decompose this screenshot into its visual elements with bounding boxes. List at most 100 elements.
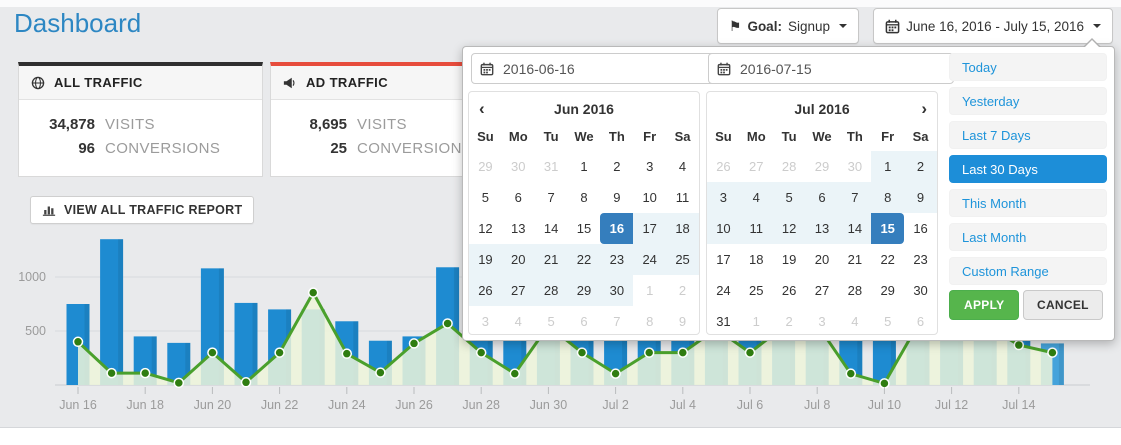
calendar-day[interactable]: 13: [806, 213, 839, 244]
calendar-day[interactable]: 27: [740, 151, 773, 182]
calendar-day[interactable]: 4: [740, 182, 773, 213]
cancel-button[interactable]: CANCEL: [1023, 290, 1103, 320]
apply-button[interactable]: APPLY: [949, 290, 1019, 320]
end-date-input[interactable]: [738, 60, 945, 78]
calendar-day[interactable]: 24: [707, 275, 740, 306]
calendar-day[interactable]: 26: [773, 275, 806, 306]
calendar-day[interactable]: 29: [871, 275, 904, 306]
calendar-day[interactable]: 12: [773, 213, 806, 244]
preset-last-7-days[interactable]: Last 7 Days: [949, 121, 1107, 149]
calendar-day[interactable]: 30: [904, 275, 937, 306]
calendar-day[interactable]: 19: [469, 244, 502, 275]
calendar-day[interactable]: 14: [535, 213, 568, 244]
calendar-day[interactable]: 5: [469, 182, 502, 213]
calendar-day[interactable]: 9: [666, 306, 699, 337]
calendar-day[interactable]: 9: [904, 182, 937, 213]
calendar-day[interactable]: 3: [806, 306, 839, 337]
calendar-day[interactable]: 4: [838, 306, 871, 337]
calendar-day[interactable]: 30: [838, 151, 871, 182]
calendar-day[interactable]: 6: [904, 306, 937, 337]
calendar-day[interactable]: 26: [707, 151, 740, 182]
calendar-day[interactable]: 25: [666, 244, 699, 275]
calendar-day[interactable]: 2: [600, 151, 633, 182]
goal-selector-button[interactable]: ⚑ Goal: Signup: [717, 8, 859, 44]
start-date-field[interactable]: [471, 53, 717, 84]
calendar-day[interactable]: 2: [773, 306, 806, 337]
calendar-day[interactable]: 30: [600, 275, 633, 306]
calendar-day[interactable]: 6: [806, 182, 839, 213]
preset-last-30-days[interactable]: Last 30 Days: [949, 155, 1107, 183]
calendar-day[interactable]: 16: [904, 213, 937, 244]
preset-today[interactable]: Today: [949, 53, 1107, 81]
preset-this-month[interactable]: This Month: [949, 189, 1107, 217]
calendar-day[interactable]: 17: [707, 244, 740, 275]
calendar-day[interactable]: 31: [707, 306, 740, 337]
start-date-input[interactable]: [501, 60, 708, 78]
calendar-day[interactable]: 1: [633, 275, 666, 306]
calendar-day[interactable]: 26: [469, 275, 502, 306]
view-all-traffic-report-button[interactable]: VIEW ALL TRAFFIC REPORT: [30, 196, 254, 224]
calendar-day[interactable]: 13: [502, 213, 535, 244]
preset-custom-range[interactable]: Custom Range: [949, 257, 1107, 285]
calendar-day[interactable]: 15: [871, 213, 904, 244]
calendar-day[interactable]: 1: [871, 151, 904, 182]
calendar-day[interactable]: 2: [904, 151, 937, 182]
calendar-day[interactable]: 7: [535, 182, 568, 213]
calendar-day[interactable]: 14: [838, 213, 871, 244]
calendar-day[interactable]: 27: [806, 275, 839, 306]
calendar-day[interactable]: 1: [568, 151, 601, 182]
date-range-button[interactable]: June 16, 2016 - July 15, 2016: [873, 8, 1113, 44]
calendar-day[interactable]: 2: [666, 275, 699, 306]
prev-month-icon[interactable]: ‹: [479, 97, 485, 120]
calendar-day[interactable]: 5: [535, 306, 568, 337]
calendar-day[interactable]: 21: [838, 244, 871, 275]
calendar-day[interactable]: 27: [502, 275, 535, 306]
calendar-day[interactable]: 28: [535, 275, 568, 306]
calendar-day[interactable]: 23: [904, 244, 937, 275]
calendar-day[interactable]: 21: [535, 244, 568, 275]
calendar-day[interactable]: 6: [568, 306, 601, 337]
calendar-day[interactable]: 17: [633, 213, 666, 244]
calendar-day[interactable]: 16: [600, 213, 633, 244]
calendar-day[interactable]: 20: [502, 244, 535, 275]
calendar-day[interactable]: 30: [502, 151, 535, 182]
calendar-day[interactable]: 8: [633, 306, 666, 337]
calendar-day[interactable]: 25: [740, 275, 773, 306]
calendar-day[interactable]: 3: [707, 182, 740, 213]
next-month-icon[interactable]: ›: [921, 97, 927, 120]
calendar-day[interactable]: 18: [740, 244, 773, 275]
calendar-day[interactable]: 28: [773, 151, 806, 182]
calendar-day[interactable]: 4: [502, 306, 535, 337]
calendar-day[interactable]: 3: [633, 151, 666, 182]
calendar-day[interactable]: 29: [806, 151, 839, 182]
calendar-day[interactable]: 6: [502, 182, 535, 213]
calendar-day[interactable]: 1: [740, 306, 773, 337]
calendar-day[interactable]: 23: [600, 244, 633, 275]
calendar-day[interactable]: 31: [535, 151, 568, 182]
calendar-day[interactable]: 12: [469, 213, 502, 244]
calendar-day[interactable]: 8: [568, 182, 601, 213]
calendar-day[interactable]: 18: [666, 213, 699, 244]
calendar-day[interactable]: 24: [633, 244, 666, 275]
end-date-field[interactable]: [708, 53, 954, 84]
calendar-day[interactable]: 29: [568, 275, 601, 306]
calendar-day[interactable]: 7: [600, 306, 633, 337]
calendar-day[interactable]: 22: [568, 244, 601, 275]
calendar-day[interactable]: 5: [871, 306, 904, 337]
preset-last-month[interactable]: Last Month: [949, 223, 1107, 251]
calendar-day[interactable]: 9: [600, 182, 633, 213]
calendar-day[interactable]: 10: [633, 182, 666, 213]
preset-yesterday[interactable]: Yesterday: [949, 87, 1107, 115]
calendar-day[interactable]: 10: [707, 213, 740, 244]
calendar-day[interactable]: 7: [838, 182, 871, 213]
calendar-day[interactable]: 5: [773, 182, 806, 213]
calendar-day[interactable]: 28: [838, 275, 871, 306]
calendar-day[interactable]: 11: [740, 213, 773, 244]
calendar-day[interactable]: 29: [469, 151, 502, 182]
calendar-day[interactable]: 11: [666, 182, 699, 213]
calendar-day[interactable]: 4: [666, 151, 699, 182]
calendar-day[interactable]: 22: [871, 244, 904, 275]
calendar-day[interactable]: 3: [469, 306, 502, 337]
calendar-day[interactable]: 19: [773, 244, 806, 275]
calendar-day[interactable]: 15: [568, 213, 601, 244]
